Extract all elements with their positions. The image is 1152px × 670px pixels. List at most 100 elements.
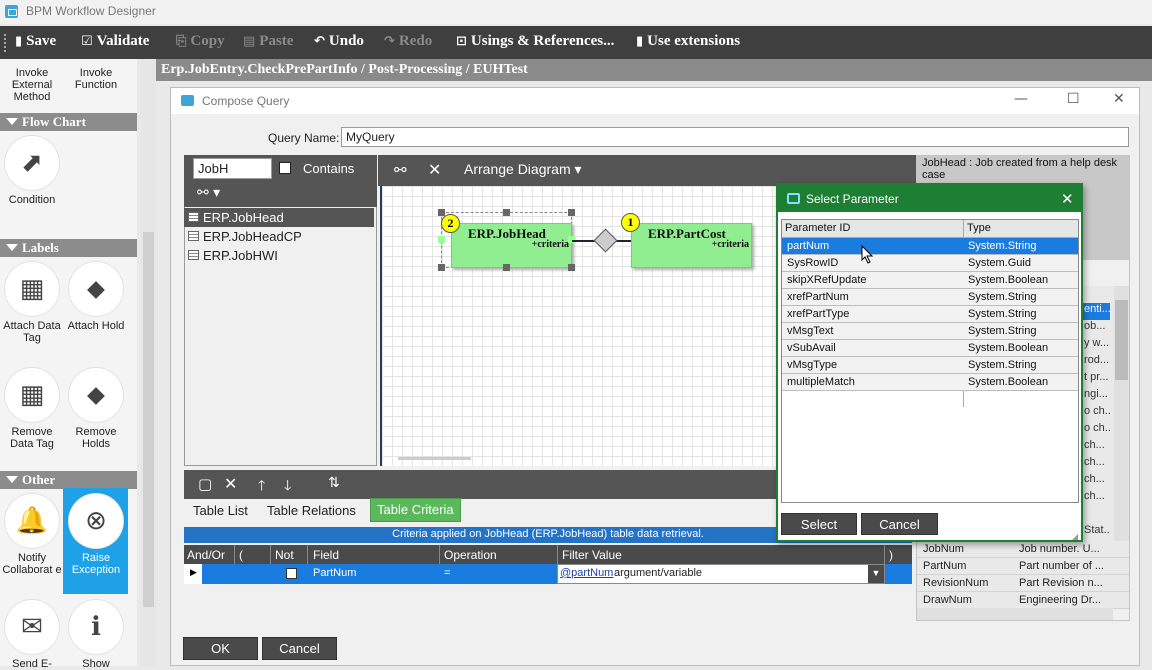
- tool-show[interactable]: ℹ Show: [64, 600, 128, 670]
- toolbar-grip[interactable]: [4, 34, 7, 52]
- tool-attach-data-tag[interactable]: ▦ Attach Data Tag: [0, 262, 64, 344]
- tool-condition[interactable]: ⬈ Condition: [0, 136, 64, 206]
- col-field[interactable]: Field: [313, 548, 339, 562]
- tool-send-email[interactable]: ✉ Send E-: [0, 600, 64, 670]
- field-row[interactable]: PartNum Part number of ...: [917, 558, 1129, 575]
- sort-icon[interactable]: ⇅: [328, 475, 340, 491]
- field-list-scroll-thumb[interactable]: [1115, 300, 1128, 380]
- section-flow-chart[interactable]: Flow Chart: [0, 113, 137, 131]
- canvas-hscroll[interactable]: [398, 457, 471, 460]
- paste-button[interactable]: ▤ Paste: [243, 33, 293, 50]
- filter-value-link[interactable]: @partNum: [560, 567, 613, 579]
- ok-button[interactable]: OK: [183, 637, 258, 660]
- resize-handle[interactable]: [568, 209, 575, 216]
- parameter-row[interactable]: vMsgText System.String: [782, 323, 1078, 340]
- sidebar-scroll-thumb[interactable]: [143, 232, 154, 607]
- tool-invoke-external[interactable]: Invoke External Method: [0, 67, 64, 103]
- col-operation[interactable]: Operation: [444, 548, 497, 562]
- resize-handle[interactable]: [503, 209, 510, 216]
- tool-invoke-function[interactable]: Invoke Function: [64, 67, 128, 91]
- tool-notify[interactable]: 🔔 Notify Collaborat e: [0, 494, 64, 576]
- tab-table-relations[interactable]: Table Relations: [261, 500, 362, 522]
- field-desc-cell[interactable]: enti...: [1080, 303, 1110, 320]
- not-checkbox[interactable]: [286, 568, 297, 579]
- link-tool-icon[interactable]: ⚯: [394, 161, 407, 179]
- maximize-icon[interactable]: ☐: [1067, 91, 1080, 107]
- col-not[interactable]: Not: [275, 548, 294, 562]
- validate-button[interactable]: ☑ Validate: [81, 33, 149, 50]
- field-desc-cell[interactable]: o ch...: [1080, 405, 1110, 422]
- extensions-button[interactable]: ▮ Use extensions: [636, 33, 740, 50]
- tool-raise-exception[interactable]: ⊗ Raise Exception: [64, 494, 128, 576]
- link-icon[interactable]: ⚯ ▾: [197, 185, 220, 201]
- field-row[interactable]: DrawNum Engineering Dr...: [917, 592, 1129, 609]
- parameter-row[interactable]: xrefPartType System.String: [782, 306, 1078, 323]
- cancel-button[interactable]: Cancel: [262, 637, 337, 660]
- tool-attach-hold[interactable]: ⬥ Attach Hold: [64, 262, 128, 332]
- node-jobhead[interactable]: ERP.JobHead +criteria: [451, 223, 572, 268]
- field-list-hscroll[interactable]: [917, 608, 1113, 620]
- tool-remove-data-tag[interactable]: ▦ Remove Data Tag: [0, 368, 64, 450]
- col-open-paren[interactable]: (: [239, 548, 243, 562]
- row-field[interactable]: PartNum: [313, 567, 356, 579]
- delete-criteria-icon[interactable]: ✕: [224, 474, 237, 493]
- resize-handle[interactable]: [438, 209, 445, 216]
- table-search-input[interactable]: JobH: [193, 158, 272, 179]
- tool-remove-holds[interactable]: ⬥ Remove Holds: [64, 368, 128, 450]
- parameter-row[interactable]: xrefPartNum System.String: [782, 289, 1078, 306]
- tab-table-criteria[interactable]: Table Criteria: [370, 498, 461, 522]
- field-desc-cell[interactable]: o ch...: [1080, 422, 1110, 439]
- arrange-diagram-button[interactable]: Arrange Diagram ▾: [464, 161, 582, 178]
- resize-handle[interactable]: [503, 264, 510, 271]
- table-item[interactable]: ERP.JobHeadCP: [184, 227, 374, 246]
- section-other[interactable]: Other: [0, 471, 137, 489]
- field-row[interactable]: RevisionNum Part Revision n...: [917, 575, 1129, 592]
- move-down-icon[interactable]: 🡓: [284, 475, 291, 499]
- select-button[interactable]: Select: [781, 513, 857, 535]
- delete-icon[interactable]: ✕: [428, 160, 441, 179]
- parameter-row[interactable]: SysRowID System.Guid: [782, 255, 1078, 272]
- resize-handle[interactable]: [438, 264, 445, 271]
- criteria-row[interactable]: ▶ PartNum = @partNum argument/variable ▼: [184, 564, 912, 584]
- tab-table-list[interactable]: Table List: [187, 500, 254, 522]
- col-andor[interactable]: And/Or: [187, 548, 225, 562]
- row-operation[interactable]: =: [444, 567, 450, 579]
- move-up-icon[interactable]: 🡑: [258, 475, 265, 499]
- parameter-row[interactable]: partNum System.String: [782, 238, 1078, 255]
- redo-button[interactable]: ↷ Redo: [384, 33, 432, 50]
- node-partcost[interactable]: ERP.PartCost +criteria: [631, 223, 752, 268]
- field-desc-cell[interactable]: ngi...: [1080, 388, 1110, 405]
- contains-checkbox[interactable]: [279, 162, 291, 174]
- field-desc-cell[interactable]: ch...: [1080, 473, 1110, 490]
- field-desc-cell[interactable]: ch...: [1080, 490, 1110, 507]
- field-desc-cell[interactable]: ob...: [1080, 320, 1110, 337]
- field-row[interactable]: JobNum Job number. U...: [917, 541, 1129, 558]
- section-labels[interactable]: Labels: [0, 239, 137, 257]
- undo-button[interactable]: ↶ Undo: [314, 33, 364, 50]
- select-cancel-button[interactable]: Cancel: [861, 513, 938, 535]
- copy-button[interactable]: ⎘ Copy: [176, 33, 225, 50]
- parameter-row[interactable]: multipleMatch System.Boolean: [782, 374, 1078, 391]
- field-desc-cell[interactable]: ch...: [1080, 456, 1110, 473]
- query-name-input[interactable]: MyQuery: [341, 127, 1129, 147]
- filter-dropdown-button[interactable]: ▼: [868, 565, 884, 583]
- close-icon[interactable]: ✕: [1113, 91, 1125, 107]
- save-button[interactable]: ▮ Save: [15, 33, 56, 50]
- close-icon[interactable]: ✕: [1061, 190, 1074, 208]
- parameter-row[interactable]: vSubAvail System.Boolean: [782, 340, 1078, 357]
- usings-button[interactable]: ⊡ Usings & References...: [456, 33, 614, 50]
- resize-grip-icon[interactable]: ◢: [1072, 532, 1078, 541]
- parameter-row[interactable]: vMsgType System.String: [782, 357, 1078, 374]
- table-item[interactable]: ERP.JobHead: [184, 208, 374, 227]
- resize-handle[interactable]: [438, 236, 445, 243]
- col-parameter-id[interactable]: Parameter ID: [785, 222, 850, 234]
- new-criteria-icon[interactable]: ▢: [198, 475, 212, 493]
- col-type[interactable]: Type: [967, 222, 991, 234]
- table-item[interactable]: ERP.JobHWI: [184, 246, 374, 265]
- field-desc-cell[interactable]: ch...: [1080, 439, 1110, 456]
- parameter-row[interactable]: skipXRefUpdate System.Boolean: [782, 272, 1078, 289]
- minimize-icon[interactable]: —: [1014, 91, 1028, 107]
- field-desc-cell[interactable]: rod...: [1080, 354, 1110, 371]
- field-desc-cell[interactable]: y w...: [1080, 337, 1110, 354]
- field-desc-cell[interactable]: t pr...: [1080, 371, 1110, 388]
